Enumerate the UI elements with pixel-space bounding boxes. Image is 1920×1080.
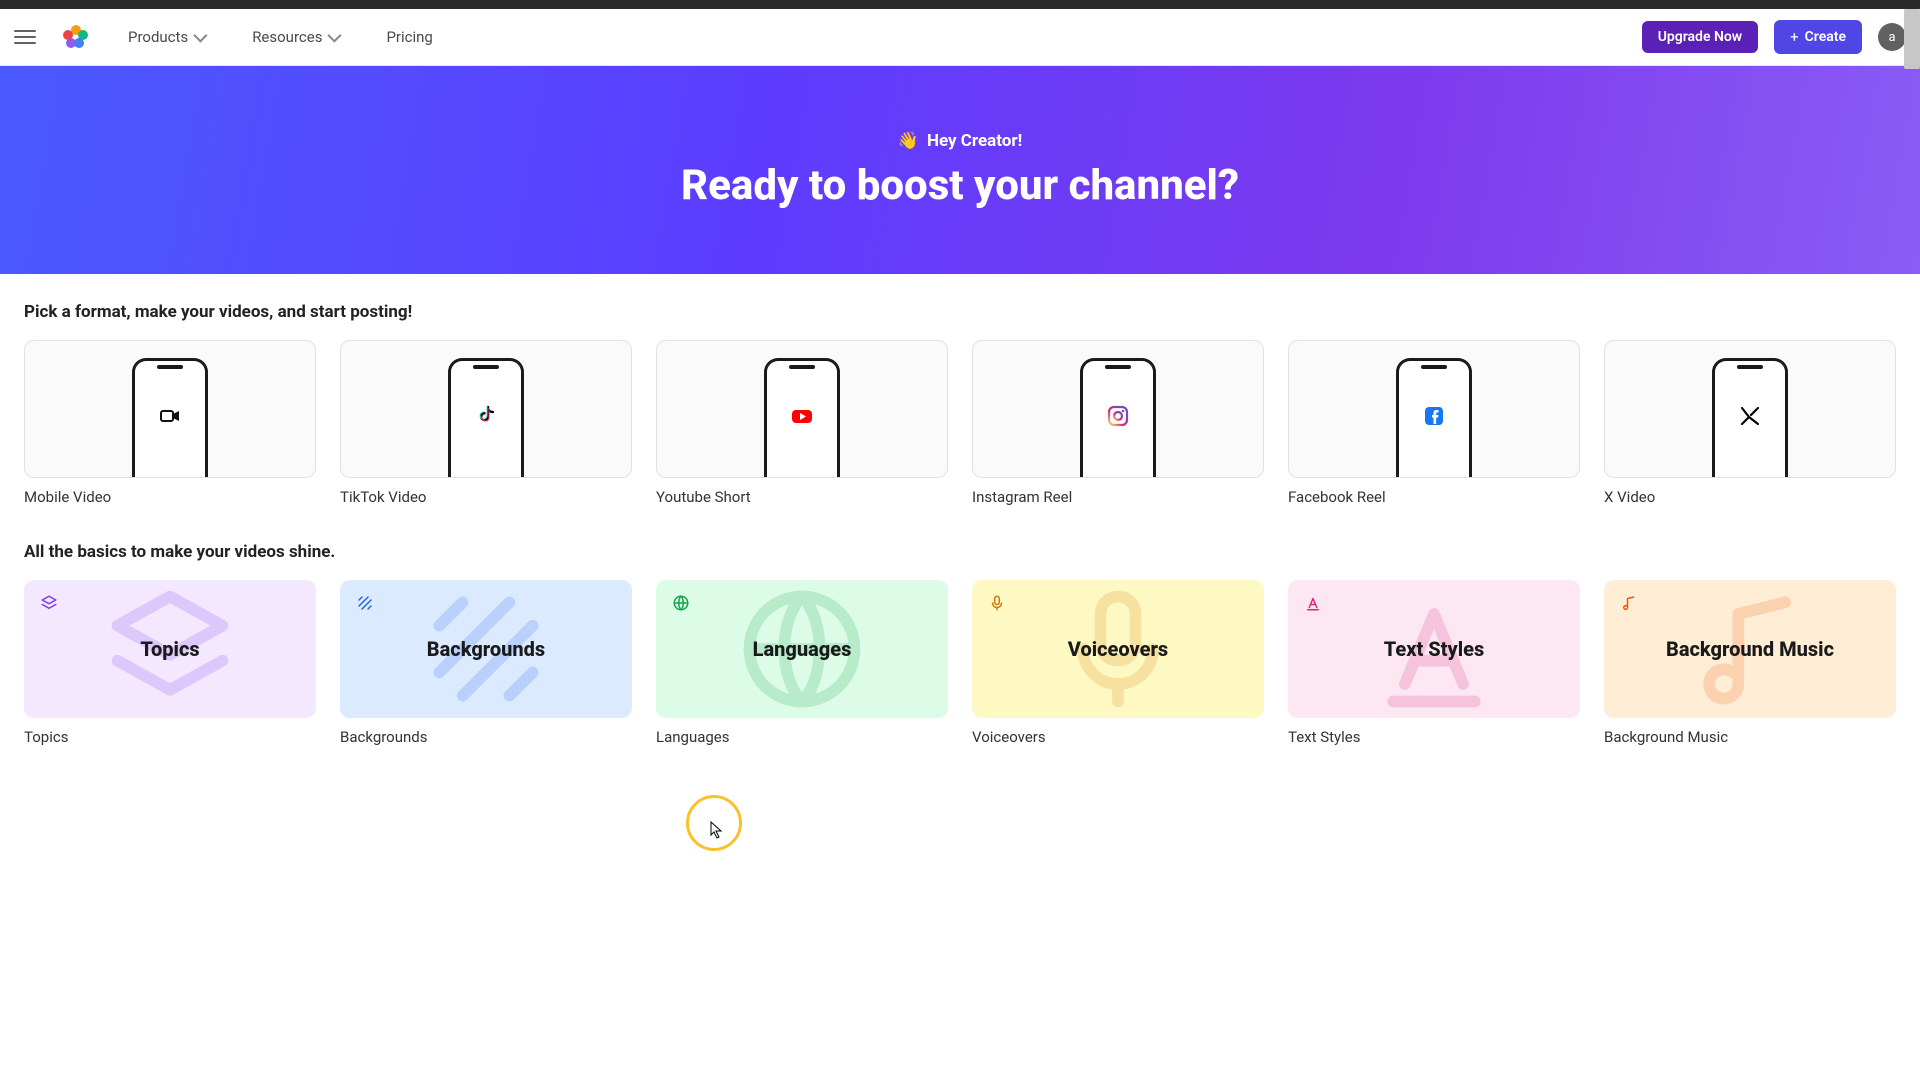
- hero-banner: 👋 Hey Creator! Ready to boost your chann…: [0, 66, 1920, 274]
- wave-icon: 👋: [898, 131, 919, 151]
- phone-frame: [132, 358, 208, 478]
- instagram-icon: [1106, 404, 1130, 435]
- feature-tile: Background Music: [1604, 580, 1896, 718]
- format-card-facebook[interactable]: Facebook Reel: [1288, 340, 1580, 506]
- format-thumbnail: [972, 340, 1264, 478]
- video-camera-icon: [158, 404, 182, 435]
- chevron-down-icon: [328, 29, 342, 43]
- feature-title: Topics: [140, 637, 199, 661]
- phone-frame: [1080, 358, 1156, 478]
- feature-title: Backgrounds: [427, 637, 545, 661]
- chevron-down-icon: [194, 29, 208, 43]
- layers-icon: [40, 594, 58, 616]
- app-logo[interactable]: [64, 25, 88, 49]
- facebook-icon: [1422, 404, 1446, 435]
- feature-tile: Languages: [656, 580, 948, 718]
- texture-icon: [356, 594, 374, 616]
- x-twitter-icon: [1738, 404, 1762, 435]
- plus-icon: +: [1790, 28, 1799, 46]
- phone-frame: [764, 358, 840, 478]
- cursor-highlight: [686, 795, 742, 851]
- youtube-icon: [790, 404, 814, 435]
- hero-greeting-text: Hey Creator!: [927, 131, 1022, 151]
- features-grid: Topics Topics Backgrounds Backgrounds Langua…: [24, 580, 1896, 746]
- format-thumbnail: [1604, 340, 1896, 478]
- format-label: Youtube Short: [656, 488, 948, 506]
- browser-chrome-bar: [0, 0, 1920, 9]
- scrollbar-thumb[interactable]: [1904, 9, 1920, 69]
- format-label: Instagram Reel: [972, 488, 1264, 506]
- feature-card-text[interactable]: Text Styles Text Styles: [1288, 580, 1580, 746]
- menu-toggle-icon[interactable]: [14, 26, 36, 48]
- format-label: Mobile Video: [24, 488, 316, 506]
- nav-pricing-label: Pricing: [386, 28, 432, 46]
- globe-icon: [672, 594, 690, 616]
- feature-card-music[interactable]: Background Music Background Music: [1604, 580, 1896, 746]
- feature-title: Background Music: [1666, 637, 1834, 661]
- format-card-youtube[interactable]: Youtube Short: [656, 340, 948, 506]
- feature-tile: Text Styles: [1288, 580, 1580, 718]
- mic-icon: [988, 594, 1006, 616]
- format-thumbnail: [340, 340, 632, 478]
- hero-greeting: 👋 Hey Creator!: [898, 131, 1022, 151]
- phone-frame: [1396, 358, 1472, 478]
- feature-label: Text Styles: [1288, 728, 1580, 746]
- format-label: Facebook Reel: [1288, 488, 1580, 506]
- text-icon: [1304, 594, 1322, 616]
- user-avatar[interactable]: a: [1878, 23, 1906, 51]
- feature-tile: Backgrounds: [340, 580, 632, 718]
- music-icon: [1620, 594, 1638, 616]
- feature-tile: Voiceovers: [972, 580, 1264, 718]
- formats-grid: Mobile Video TikTok Video Youtube Short Ins…: [24, 340, 1896, 506]
- format-thumbnail: [24, 340, 316, 478]
- top-navigation: Products Resources Pricing Upgrade Now +…: [0, 9, 1920, 66]
- upgrade-button[interactable]: Upgrade Now: [1642, 21, 1758, 53]
- hero-title: Ready to boost your channel?: [681, 161, 1239, 210]
- main-content: Pick a format, make your videos, and sta…: [0, 274, 1920, 774]
- create-button[interactable]: + Create: [1774, 20, 1862, 54]
- phone-frame: [448, 358, 524, 478]
- format-thumbnail: [656, 340, 948, 478]
- format-thumbnail: [1288, 340, 1580, 478]
- feature-title: Text Styles: [1384, 637, 1485, 661]
- feature-tile: Topics: [24, 580, 316, 718]
- cursor-icon: [710, 821, 724, 843]
- feature-title: Voiceovers: [1068, 637, 1168, 661]
- nav-products[interactable]: Products: [128, 28, 204, 46]
- nav-products-label: Products: [128, 28, 188, 46]
- primary-nav: Products Resources Pricing: [128, 28, 433, 46]
- feature-card-mic[interactable]: Voiceovers Voiceovers: [972, 580, 1264, 746]
- feature-label: Languages: [656, 728, 948, 746]
- feature-label: Backgrounds: [340, 728, 632, 746]
- format-label: X Video: [1604, 488, 1896, 506]
- feature-card-layers[interactable]: Topics Topics: [24, 580, 316, 746]
- feature-card-globe[interactable]: Languages Languages: [656, 580, 948, 746]
- feature-label: Background Music: [1604, 728, 1896, 746]
- format-card-instagram[interactable]: Instagram Reel: [972, 340, 1264, 506]
- formats-heading: Pick a format, make your videos, and sta…: [24, 302, 1896, 322]
- nav-pricing[interactable]: Pricing: [386, 28, 432, 46]
- format-label: TikTok Video: [340, 488, 632, 506]
- create-button-label: Create: [1805, 29, 1846, 45]
- nav-resources-label: Resources: [252, 28, 322, 46]
- feature-card-texture[interactable]: Backgrounds Backgrounds: [340, 580, 632, 746]
- feature-title: Languages: [753, 637, 852, 661]
- nav-resources[interactable]: Resources: [252, 28, 338, 46]
- format-card-tiktok[interactable]: TikTok Video: [340, 340, 632, 506]
- phone-frame: [1712, 358, 1788, 478]
- features-heading: All the basics to make your videos shine…: [24, 542, 1896, 562]
- feature-label: Voiceovers: [972, 728, 1264, 746]
- format-card-video-camera[interactable]: Mobile Video: [24, 340, 316, 506]
- feature-label: Topics: [24, 728, 316, 746]
- format-card-x-twitter[interactable]: X Video: [1604, 340, 1896, 506]
- tiktok-icon: [474, 404, 498, 435]
